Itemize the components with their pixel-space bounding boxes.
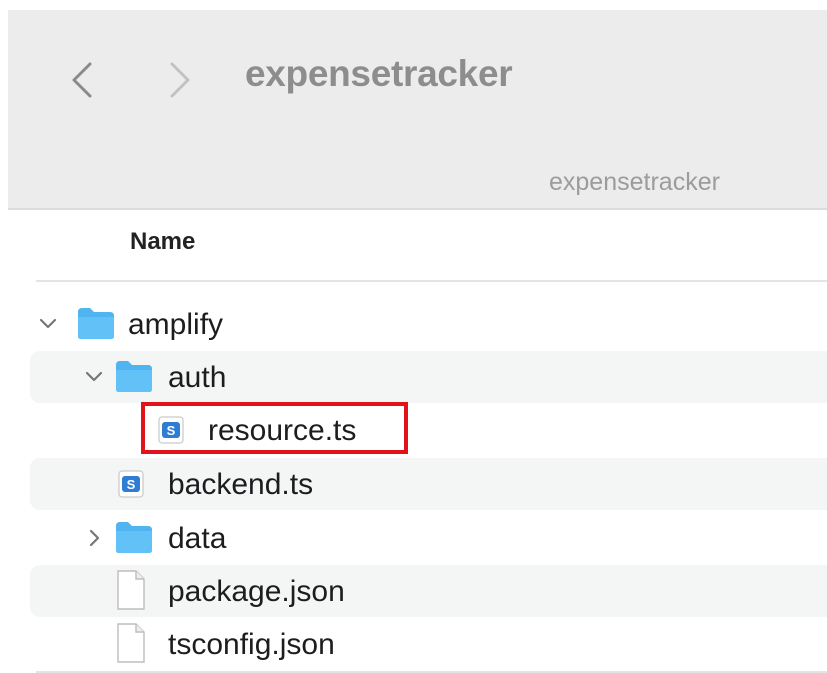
chevron-left-icon	[72, 62, 92, 98]
file-name: backend.ts	[168, 468, 314, 501]
back-button[interactable]	[68, 60, 98, 98]
folder-icon	[116, 361, 152, 392]
svg-text:S: S	[127, 477, 136, 492]
window-title: expensetracker	[245, 53, 513, 94]
file-row-data[interactable]: data	[30, 512, 827, 564]
chevron-right-icon[interactable]	[82, 526, 106, 550]
file-name: amplify	[128, 308, 224, 341]
forward-button[interactable]	[164, 60, 194, 98]
chevron-right-icon	[170, 62, 190, 98]
file-row-package-json[interactable]: package.json	[30, 565, 827, 617]
file-row-tsconfig-json[interactable]: tsconfig.json	[30, 618, 827, 670]
highlight-box	[141, 402, 408, 454]
path-label: expensetracker	[549, 168, 720, 196]
folder-icon	[116, 522, 152, 553]
chevron-down-icon[interactable]	[82, 365, 106, 389]
document-icon	[117, 623, 145, 663]
finder-toolbar: expensetracker expensetracker	[8, 10, 827, 208]
chevron-down-icon[interactable]	[36, 312, 60, 336]
file-row-auth[interactable]: auth	[30, 351, 827, 403]
file-name: auth	[168, 361, 227, 394]
file-name: package.json	[168, 575, 345, 608]
folder-icon	[78, 308, 114, 339]
file-row-amplify[interactable]: amplify	[30, 298, 827, 350]
column-header-name[interactable]: Name	[130, 228, 195, 256]
header-divider	[36, 280, 827, 282]
toolbar-divider	[8, 208, 827, 210]
file-name: tsconfig.json	[168, 628, 335, 661]
file-name: data	[168, 522, 227, 555]
file-row-backend-ts[interactable]: S backend.ts	[30, 458, 827, 510]
typescript-file-icon: S	[118, 470, 144, 498]
document-icon	[117, 570, 145, 610]
